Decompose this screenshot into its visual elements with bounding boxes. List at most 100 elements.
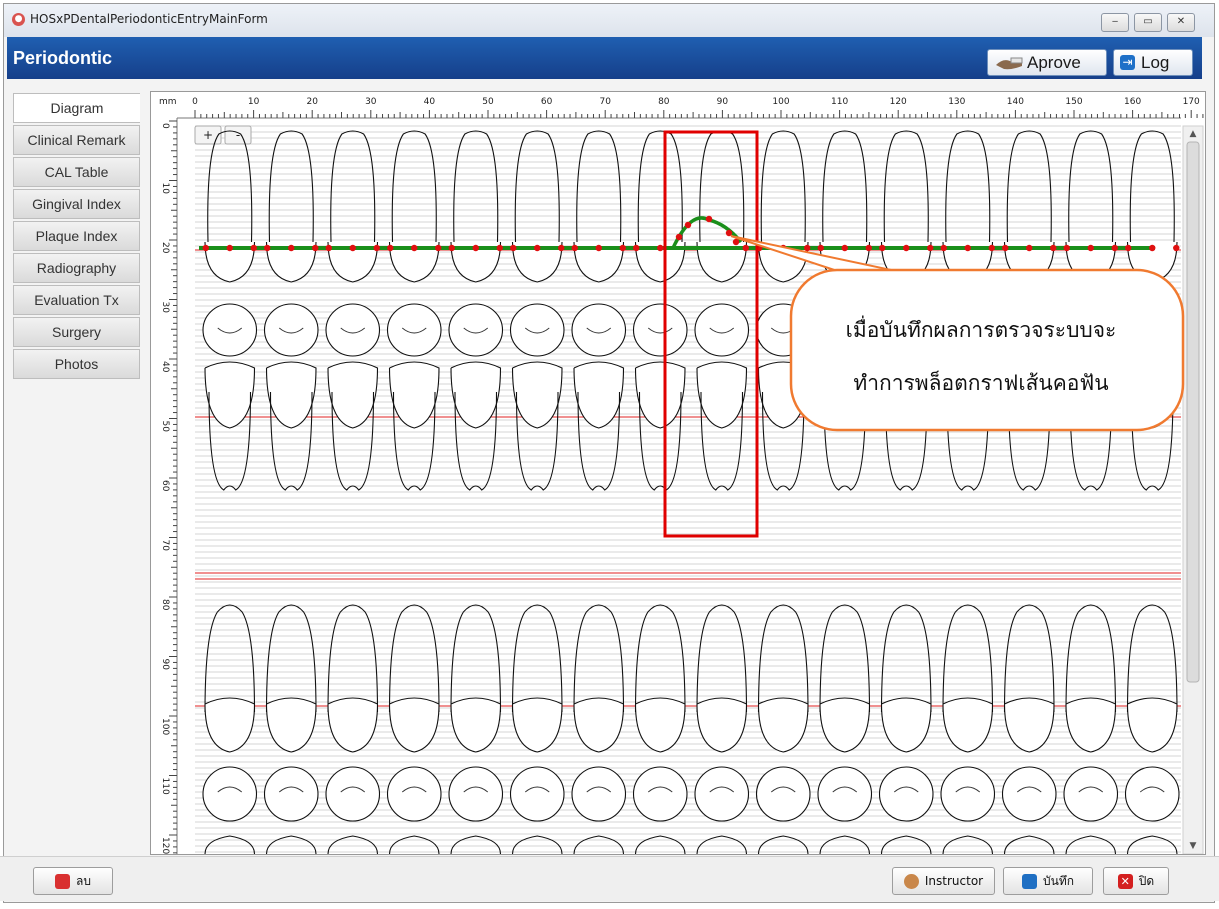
ruler-label: 160: [1124, 97, 1141, 107]
floppy-icon: [1022, 873, 1037, 889]
probe-point: [510, 244, 517, 252]
close-button[interactable]: ✕ ปิด: [1103, 867, 1169, 895]
ruler-label: 40: [160, 361, 170, 373]
svg-text:+: +: [203, 128, 213, 142]
probe-point: [817, 244, 824, 252]
probe-point: [202, 244, 209, 252]
save-button[interactable]: บันทึก: [1003, 867, 1093, 895]
ruler-label: 10: [248, 97, 260, 107]
delete-icon: [55, 873, 70, 889]
probe-point: [312, 244, 319, 252]
ruler-label: 60: [541, 97, 553, 107]
probe-point: [1111, 244, 1118, 252]
probe-point: [927, 244, 934, 252]
ruler-label: 0: [160, 123, 170, 129]
probe-point: [250, 244, 257, 252]
zoom-out-button[interactable]: -: [224, 125, 252, 145]
bottom-bar: ลบ Instructor บันทึก ✕ ปิด: [0, 856, 1219, 901]
log-button[interactable]: ⇥ Log: [1113, 49, 1193, 76]
ruler-unit: mm: [159, 97, 177, 107]
close-icon: ✕: [1117, 873, 1133, 889]
tab-radiography[interactable]: Radiography: [13, 253, 140, 283]
tab-plaque-index[interactable]: Plaque Index: [13, 221, 140, 251]
instructor-button[interactable]: Instructor: [892, 867, 995, 895]
scroll-up-icon: ▲: [1190, 129, 1197, 139]
ruler-label: 70: [160, 540, 170, 552]
probe-point: [732, 238, 740, 246]
ruler-label: 110: [160, 778, 170, 795]
tab-cal-table[interactable]: CAL Table: [13, 157, 140, 187]
probe-point: [841, 244, 848, 252]
delete-label: ลบ: [76, 873, 91, 888]
ruler-label: 110: [831, 97, 848, 107]
close-window-button[interactable]: ✕: [1167, 13, 1195, 32]
scrollbar-thumb: [1186, 141, 1200, 683]
delete-button[interactable]: ลบ: [33, 867, 113, 895]
diagram-panel: mm 0 10 20 30 40 50 60 70 80 90 100 110 120 130 140 150 1…: [150, 91, 1206, 855]
ruler-label: 130: [948, 97, 965, 107]
close-label: ปิด: [1138, 873, 1155, 888]
probe-point: [1149, 244, 1156, 252]
probe-point: [1002, 244, 1009, 252]
ruler-label: 60: [160, 480, 170, 492]
save-label: บันทึก: [1043, 873, 1074, 888]
probe-point: [595, 244, 602, 252]
approve-label: Aprove: [1027, 52, 1081, 72]
probe-point: [619, 244, 626, 252]
probe-point: [742, 244, 749, 252]
approve-button[interactable]: Aprove: [987, 49, 1107, 76]
periodontal-diagram: mm 0 10 20 30 40 50 60 70 80 90 100 110 120 130 140 150 1…: [151, 92, 1205, 854]
ruler-label: 20: [160, 242, 170, 254]
probe-point: [373, 244, 380, 252]
probe-point: [633, 244, 640, 252]
ruler-label: 30: [365, 97, 377, 107]
tab-gingival-index[interactable]: Gingival Index: [13, 189, 140, 219]
window-title: HOSxPDentalPeriodonticEntryMainForm: [30, 12, 268, 26]
callout-box: [789, 268, 1185, 432]
probe-point: [1173, 244, 1180, 252]
user-icon: [903, 873, 919, 889]
tab-photos[interactable]: Photos: [13, 349, 140, 379]
probe-point: [534, 244, 541, 252]
tab-clinical-remark[interactable]: Clinical Remark: [13, 125, 140, 155]
ruler-label: 120: [890, 97, 907, 107]
minimize-button[interactable]: ‒: [1101, 13, 1129, 32]
probe-point: [226, 244, 233, 252]
zoom-in-button[interactable]: +: [194, 125, 222, 145]
probe-point: [1063, 244, 1070, 252]
svg-text:-: -: [236, 128, 240, 142]
ruler-label: 90: [717, 97, 729, 107]
handshake-icon: [996, 57, 1023, 69]
probe-point: [675, 233, 683, 241]
probe-point: [496, 244, 503, 252]
probe-point: [1087, 244, 1094, 252]
callout-line-1: เมื่อบันทึกผลการตรวจระบบจะ: [846, 315, 1117, 342]
log-icon: ⇥: [1120, 55, 1135, 70]
page-title: Periodontic: [13, 48, 113, 68]
ruler-label: 80: [160, 599, 170, 611]
probe-point: [1026, 244, 1033, 252]
tab-diagram[interactable]: Diagram: [13, 93, 140, 123]
probe-point: [804, 244, 811, 252]
probe-point: [288, 244, 295, 252]
ruler-label: 140: [1007, 97, 1024, 107]
maximize-button[interactable]: ▭: [1134, 13, 1162, 32]
ruler-label: 170: [1183, 97, 1200, 107]
probe-point: [1050, 244, 1057, 252]
app-icon: ●: [12, 13, 25, 26]
tab-surgery[interactable]: Surgery: [13, 317, 140, 347]
probe-point: [988, 244, 995, 252]
ruler-label: 10: [160, 183, 170, 195]
probe-point: [865, 244, 872, 252]
probe-point: [571, 244, 578, 252]
instructor-label: Instructor: [924, 874, 984, 888]
probe-point: [940, 244, 947, 252]
tab-evaluation-tx[interactable]: Evaluation Tx: [13, 285, 140, 315]
probe-point: [411, 244, 418, 252]
probe-point: [684, 221, 692, 229]
probe-point: [325, 244, 332, 252]
ruler-label: 150: [1065, 97, 1082, 107]
probe-point: [964, 244, 971, 252]
ruler-label: 100: [772, 97, 789, 107]
probe-point: [349, 244, 356, 252]
